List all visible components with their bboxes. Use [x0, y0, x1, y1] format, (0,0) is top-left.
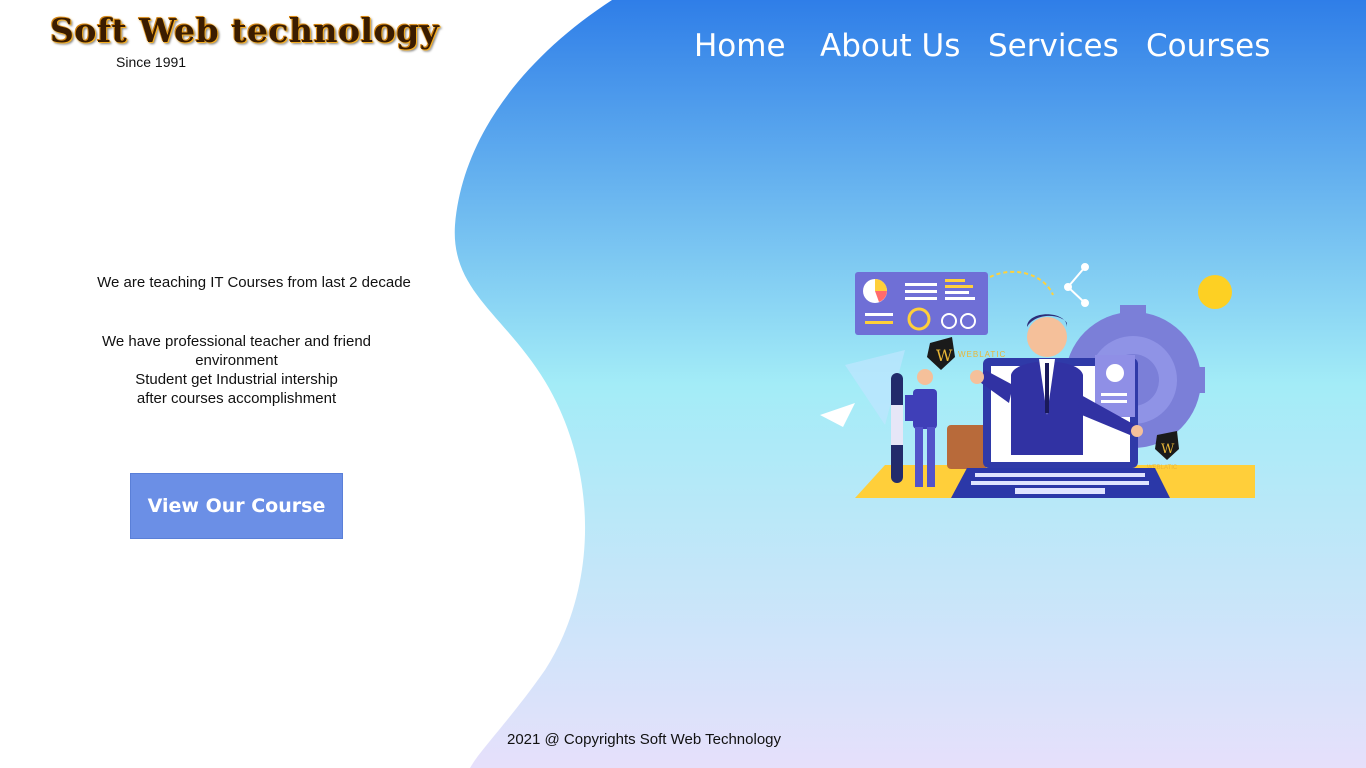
- description-line: We have professional teacher and friend: [101, 333, 372, 350]
- nav-courses-link[interactable]: Courses: [1146, 24, 1270, 68]
- dashboard-card: [855, 272, 988, 335]
- description-line: after courses accomplishment: [136, 390, 337, 407]
- svg-text:W: W: [936, 346, 953, 365]
- footer-copyright: 2021 @ Copyrights Soft Web Technology: [507, 731, 781, 748]
- main-nav: Home About Us Services Courses: [0, 24, 1366, 68]
- svg-text:W: W: [1161, 442, 1175, 457]
- nav-home-link[interactable]: Home: [694, 24, 786, 68]
- sun-circle: [1198, 275, 1232, 309]
- view-course-button[interactable]: View Our Course: [130, 473, 343, 539]
- share-icon: [1064, 263, 1089, 307]
- hero-description: We have professional teacher and friend …: [80, 332, 393, 408]
- svg-text:WEBLATIC: WEBLATIC: [958, 350, 1006, 359]
- briefcase-illustration: [947, 425, 987, 469]
- nav-about-link[interactable]: About Us: [820, 24, 960, 68]
- description-line: environment: [195, 352, 278, 369]
- description-line: Student get Industrial intership: [135, 371, 338, 388]
- hero-illustration: W WEBLATIC W WEBLATIC: [820, 263, 1255, 498]
- hero-tagline: We are teaching IT Courses from last 2 d…: [97, 274, 411, 291]
- nav-services-link[interactable]: Services: [988, 24, 1119, 68]
